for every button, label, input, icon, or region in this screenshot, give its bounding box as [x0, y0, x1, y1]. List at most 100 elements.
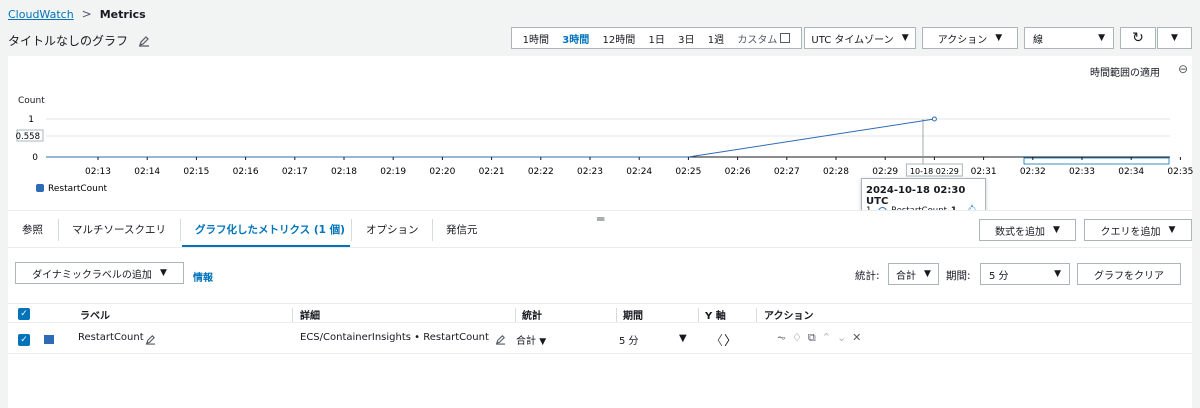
row-label-text: RestartCount	[78, 332, 144, 343]
tab-multi-source-query[interactable]: マルチソースクエリ	[72, 222, 166, 237]
period-label: 期間:	[946, 270, 971, 282]
x-tick-label: 02:22	[528, 167, 554, 177]
add-query-button[interactable]: クエリを追加 ▼	[1084, 219, 1192, 241]
legend-swatch	[36, 184, 44, 192]
graph-icon[interactable]: ⏦	[777, 331, 786, 345]
tab-browse[interactable]: 参照	[22, 222, 43, 237]
stat-value: 合計	[896, 270, 917, 282]
tab-divider	[432, 219, 433, 241]
time-range-1h[interactable]: 1時間	[523, 31, 549, 46]
refresh-icon: ↻	[1132, 30, 1144, 46]
time-range-1d[interactable]: 1日	[648, 31, 664, 46]
y-tick: 1	[28, 115, 34, 125]
time-range-1w[interactable]: 1週	[708, 31, 724, 46]
select-all-checkbox[interactable]: ✓	[18, 308, 30, 320]
data-point[interactable]	[931, 116, 937, 122]
duplicate-icon[interactable]: ⧉	[808, 331, 816, 345]
metric-chart[interactable]: Count 1 0.558 0 02:13 02:14 02:15 02:16 02:1…	[0, 56, 1200, 210]
col-y-axis: Y 軸	[705, 311, 726, 322]
clear-graph-button[interactable]: グラフをクリア	[1077, 263, 1181, 285]
caret-down-icon: ▼	[1171, 33, 1178, 43]
page-title-row: タイトルなしのグラフ	[8, 32, 150, 49]
move-down-icon[interactable]: ⌄	[837, 331, 846, 345]
x-tick-label: 02:19	[380, 167, 406, 177]
dynamic-label-text: ダイナミックラベルの追加	[32, 269, 152, 281]
tab-options[interactable]: オプション	[366, 222, 419, 237]
custom-label: カスタム	[737, 34, 778, 46]
col-divider	[515, 308, 516, 322]
row-stat-select[interactable]: 合計 ▼	[516, 332, 546, 347]
x-tick-label: 02:35	[1167, 167, 1193, 177]
y-axis-left-icon[interactable]: 〈	[710, 330, 723, 349]
caret-down-icon: ▼	[1053, 225, 1060, 235]
delete-icon[interactable]: ✕	[852, 331, 861, 345]
period-value: 5 分	[989, 270, 1009, 282]
col-detail: 詳細	[300, 311, 320, 322]
resize-handle-icon[interactable]: ═	[597, 212, 604, 226]
period-select[interactable]: 5 分 ▼	[980, 263, 1070, 285]
caret-down-icon: ▼	[539, 337, 547, 347]
time-range-3d[interactable]: 3日	[678, 31, 694, 46]
x-tick-label: 02:26	[725, 167, 751, 177]
edit-label-icon[interactable]	[145, 334, 156, 345]
caret-down-icon: ▼	[1098, 33, 1105, 43]
x-tick-label: 02:13	[85, 167, 111, 177]
x-tick-label: 02:18	[331, 167, 357, 177]
row-checkbox[interactable]: ✓	[18, 334, 30, 346]
time-range-3h[interactable]: 3時間	[562, 31, 589, 46]
tab-divider	[58, 219, 59, 241]
caret-down-icon: ▼	[1054, 269, 1061, 279]
chart-type-select[interactable]: 線 ▼	[1024, 27, 1114, 49]
x-tick-label: 02:24	[626, 167, 652, 177]
caret-down-icon: ▼	[995, 33, 1003, 43]
time-range-12h[interactable]: 12時間	[602, 31, 635, 46]
row-detail: ECS/ContainerInsights • RestartCount • S…	[300, 332, 492, 343]
row-period-value[interactable]: 5 分	[619, 332, 639, 347]
x-tick-label: 02:32	[1020, 167, 1046, 177]
edit-pencil-icon[interactable]	[138, 35, 150, 47]
legend-label[interactable]: RestartCount	[48, 184, 108, 194]
table-row: ✓ RestartCount ECS/ContainerInsights • R…	[8, 324, 1192, 354]
x-tick-label: 02:15	[183, 167, 209, 177]
y-axis-title: Count	[18, 96, 45, 106]
time-range-custom[interactable]: カスタム	[737, 31, 791, 46]
add-math-button[interactable]: 数式を追加 ▼	[979, 219, 1076, 241]
info-link[interactable]: 情報	[193, 269, 213, 284]
refresh-options-dropdown[interactable]: ▼	[1157, 27, 1192, 49]
stat-select[interactable]: 合計 ▼	[888, 263, 939, 285]
refresh-button[interactable]: ↻	[1120, 27, 1156, 49]
x-tick-label: 02:28	[823, 167, 849, 177]
timezone-dropdown[interactable]: UTC タイムゾーン ▼	[804, 27, 916, 49]
y-tick: 0.558	[16, 132, 40, 142]
series-line-restartcount[interactable]	[46, 118, 935, 158]
chevron-right-icon: >	[81, 7, 92, 21]
tab-source[interactable]: 発信元	[446, 222, 478, 237]
x-tick-label: 02:21	[479, 167, 505, 177]
caret-down-icon: ▼	[924, 269, 931, 279]
x-tick-label: 10-18 02:29	[910, 167, 959, 176]
series-color-swatch[interactable]	[44, 335, 54, 344]
time-range-selector: 1時間 3時間 12時間 1日 3日 1週 カスタム	[511, 27, 802, 49]
move-up-icon[interactable]: ⌃	[822, 331, 831, 345]
active-tab-indicator	[182, 245, 350, 247]
tab-graphed-metrics[interactable]: グラフ化したメトリクス (1 個)	[195, 222, 345, 237]
x-tick-label: 02:20	[429, 167, 455, 177]
col-divider	[698, 308, 699, 322]
metrics-table-header: ✓ ラベル 詳細 統計 期間 Y 軸 アクション	[8, 303, 1192, 323]
col-actions: アクション	[764, 311, 814, 322]
breadcrumb: CloudWatch > Metrics	[8, 7, 146, 21]
y-axis-right-icon[interactable]: 〉	[724, 330, 737, 349]
x-tick-label: 02:14	[134, 167, 160, 177]
actions-dropdown[interactable]: アクション ▼	[922, 27, 1018, 49]
alarm-bell-icon[interactable]: ♢	[792, 331, 802, 345]
add-math-label: 数式を追加	[995, 226, 1046, 238]
col-divider	[756, 308, 757, 322]
breadcrumb-cloudwatch-link[interactable]: CloudWatch	[8, 8, 74, 21]
add-query-label: クエリを追加	[1100, 226, 1161, 238]
timezone-label: UTC タイムゾーン	[811, 34, 894, 46]
stat-label: 統計:	[855, 270, 880, 282]
edit-detail-icon[interactable]	[495, 334, 506, 345]
dynamic-label-dropdown[interactable]: ダイナミックラベルの追加 ▼	[15, 262, 184, 284]
caret-down-icon[interactable]: ▼	[679, 333, 687, 344]
row-label: RestartCount	[78, 332, 144, 343]
